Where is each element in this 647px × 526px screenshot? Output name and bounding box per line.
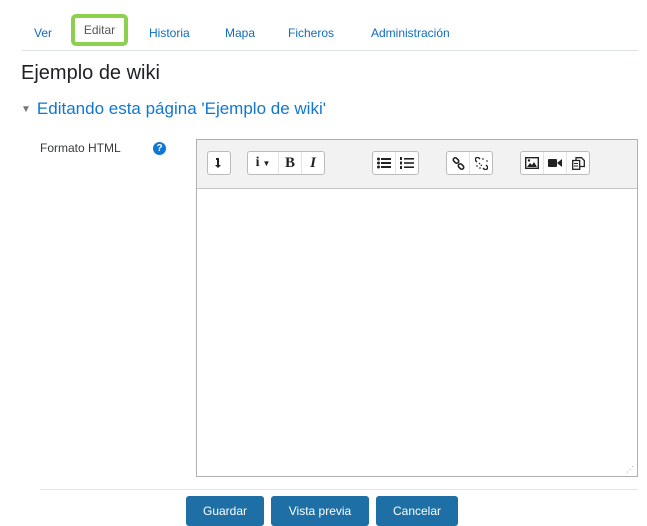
- bold-icon: B: [284, 154, 295, 171]
- resize-handle-icon[interactable]: ⋰: [626, 465, 634, 474]
- form-divider: [40, 489, 638, 490]
- html-editor: i ▼ B I ⋰: [196, 139, 638, 477]
- image-icon: [525, 157, 539, 169]
- manage-files-icon: [571, 156, 585, 170]
- unlink-icon: [474, 156, 488, 170]
- bold-button[interactable]: B: [278, 152, 301, 174]
- ordered-list-icon: [400, 157, 414, 169]
- preview-button[interactable]: Vista previa: [271, 496, 369, 526]
- unordered-list-icon: [377, 157, 391, 169]
- video-camera-icon: [548, 159, 562, 167]
- paragraph-style-button[interactable]: i ▼: [248, 152, 278, 174]
- link-button[interactable]: [447, 152, 469, 174]
- section-title: Editando esta página 'Ejemplo de wiki': [36, 99, 326, 118]
- page-title: Ejemplo de wiki: [21, 62, 160, 84]
- tab-ver[interactable]: Ver: [34, 26, 52, 40]
- link-icon: [451, 156, 465, 170]
- save-button[interactable]: Guardar: [186, 496, 264, 526]
- info-icon: i: [255, 155, 260, 170]
- insert-media-button[interactable]: [543, 152, 566, 174]
- toolbar-group-media: [520, 151, 590, 175]
- toolbar-group-format: i ▼ B I: [247, 151, 325, 175]
- italic-button[interactable]: I: [301, 152, 324, 174]
- collapse-toolbar-button[interactable]: [208, 152, 230, 174]
- tab-bar: Ver Editar Historia Mapa Ficheros Admini…: [22, 14, 638, 51]
- insert-image-button[interactable]: [521, 152, 543, 174]
- tab-ficheros[interactable]: Ficheros: [288, 26, 334, 40]
- toolbar-group-collapse: [207, 151, 231, 175]
- unlink-button[interactable]: [469, 152, 492, 174]
- cancel-button[interactable]: Cancelar: [376, 496, 458, 526]
- tab-mapa[interactable]: Mapa: [225, 26, 255, 40]
- toolbar-group-links: [446, 151, 493, 175]
- collapse-caret-icon[interactable]: ▼: [21, 104, 31, 115]
- tab-administracion[interactable]: Administración: [371, 26, 450, 40]
- tab-editar[interactable]: Editar: [71, 14, 128, 46]
- section-header[interactable]: ▼ Editando esta página 'Ejemplo de wiki': [21, 99, 326, 119]
- tab-historia[interactable]: Historia: [149, 26, 190, 40]
- field-label: Formato HTML: [40, 141, 121, 155]
- chevron-down-icon: ▼: [262, 158, 271, 168]
- help-icon[interactable]: ?: [153, 142, 166, 155]
- manage-files-button[interactable]: [566, 152, 589, 174]
- editor-toolbar: i ▼ B I: [197, 140, 637, 189]
- editor-content-area[interactable]: [197, 188, 637, 476]
- toolbar-group-lists: [372, 151, 419, 175]
- unordered-list-button[interactable]: [373, 152, 395, 174]
- ordered-list-button[interactable]: [395, 152, 418, 174]
- italic-icon: I: [310, 154, 316, 171]
